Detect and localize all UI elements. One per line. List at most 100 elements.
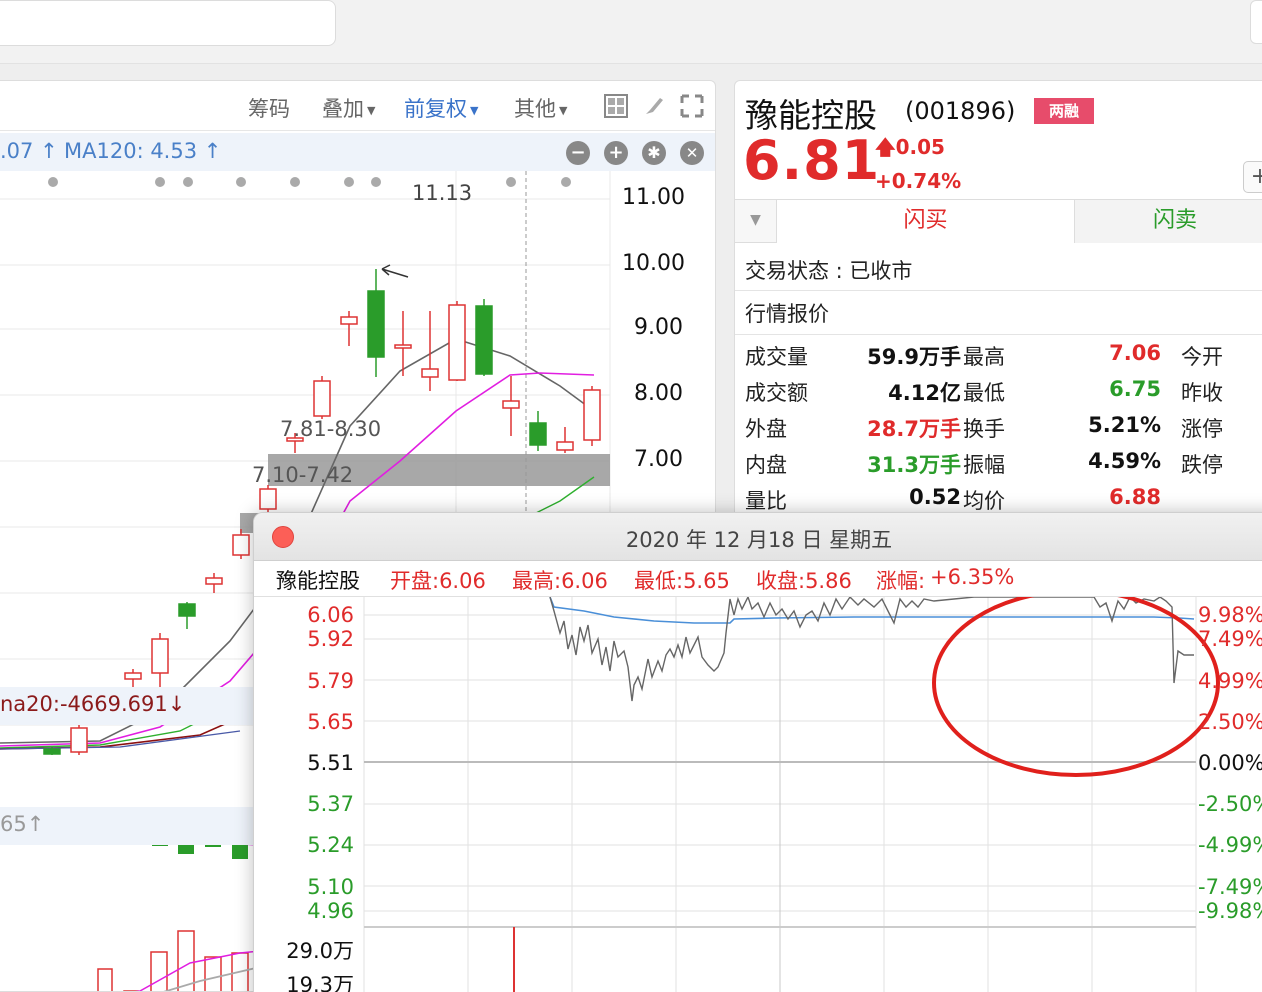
quote-label: 最高	[963, 345, 1005, 369]
trade-status: 交易状态 : 已收市	[735, 251, 1262, 291]
top-bar	[0, 0, 1262, 64]
quote-label: 内盘	[745, 453, 787, 477]
fq-menu[interactable]: 前复权 ▼	[404, 93, 478, 123]
price-axis-label: 5.92	[307, 627, 354, 651]
overlay-menu[interactable]: 叠加 ▼	[322, 93, 375, 123]
quote-label: 最低	[963, 381, 1005, 405]
other-menu[interactable]: 其他 ▼	[514, 93, 567, 123]
fullscreen-icon[interactable]	[680, 94, 704, 118]
sub-indicator-label-1: na20:-4669.691↓	[0, 692, 186, 716]
price-axis-label: 5.10	[307, 875, 354, 899]
quote-value: 31.3万手	[867, 453, 961, 477]
gear-icon[interactable]: ✱	[642, 141, 666, 165]
quote-value: 7.06	[1109, 341, 1161, 365]
popup-change-label: 涨幅:	[876, 569, 926, 593]
quote-label: 均价	[963, 489, 1005, 513]
stock-code: (001896)	[905, 97, 1016, 125]
quote-value: 5.21%	[1088, 413, 1161, 437]
price-axis-label: 5.37	[307, 792, 354, 816]
volume-axis-label: 19.3万	[286, 973, 354, 992]
volume-axis-label: 29.0万	[286, 939, 354, 963]
sub-indicator-bar-1: na20:-4669.691↓	[0, 687, 260, 725]
intraday-popup: 2020 年 12 月18 日 星期五 豫能控股 开盘:6.06 最高:6.06…	[253, 512, 1262, 992]
top-right-control[interactable]	[1250, 0, 1262, 44]
popup-info-bar: 豫能控股 开盘:6.06 最高:6.06 最低:5.65 收盘:5.86 涨幅:…	[254, 561, 1262, 597]
margin-badge: 两融	[1034, 98, 1094, 124]
y-axis-label: 10.00	[622, 251, 685, 276]
quote-row: 成交量 59.9万手 最高 7.06 今开	[735, 337, 1262, 373]
quote-value: 4.59%	[1088, 449, 1161, 473]
price-line	[549, 597, 1194, 702]
quote-label: 跌停	[1181, 453, 1223, 477]
price-axis-label: 5.51	[307, 751, 354, 775]
plus-icon[interactable]: +	[604, 141, 628, 165]
quote-row: 内盘 31.3万手 振幅 4.59% 跌停	[735, 445, 1262, 481]
highlight-circle	[932, 597, 1220, 777]
quote-label: 量比	[745, 489, 787, 513]
quote-value: 59.9万手	[867, 345, 961, 369]
arrow-up-icon: 🡅	[875, 135, 896, 159]
y-axis-label: 8.00	[634, 381, 683, 406]
quote-section-title: 行情报价	[735, 293, 1262, 335]
pct-axis-label: 4.99%	[1198, 669, 1262, 693]
pct-axis-label: -4.99%	[1198, 833, 1262, 857]
quote-label: 今开	[1181, 345, 1223, 369]
quote-label: 成交量	[745, 345, 808, 369]
price-axis-label: 6.06	[307, 603, 354, 627]
popup-stock-name: 豫能控股	[276, 569, 360, 593]
quote-label: 涨停	[1181, 417, 1223, 441]
layout-grid-icon[interactable]	[604, 94, 628, 118]
sub-indicator-bar-2: 65↑	[0, 807, 260, 845]
quote-value: 0.52	[909, 485, 961, 509]
pct-axis-label: -9.98%	[1198, 899, 1262, 923]
quote-label: 外盘	[745, 417, 787, 441]
y-axis-label: 7.00	[634, 447, 683, 472]
popup-open: 开盘:6.06	[390, 569, 486, 593]
quote-row: 成交额 4.12亿 最低 6.75 昨收	[735, 373, 1262, 409]
popup-close: 收盘:5.86	[756, 569, 852, 593]
chevron-down-icon: ▼	[367, 103, 376, 117]
other-label: 其他	[514, 97, 556, 121]
popup-high: 最高:6.06	[512, 569, 608, 593]
avg-price-line	[549, 597, 1195, 624]
event-markers	[48, 177, 571, 187]
price-axis-label: 5.65	[307, 710, 354, 734]
popup-change-value: +6.35%	[930, 565, 1015, 589]
add-watchlist-button[interactable]: +	[1243, 161, 1262, 193]
quote-value: 28.7万手	[867, 417, 961, 441]
price-change: 🡅0.05	[875, 133, 945, 167]
search-input[interactable]	[0, 0, 336, 46]
pct-axis-label: 2.50%	[1198, 710, 1262, 734]
popup-low: 最低:5.65	[634, 569, 730, 593]
quote-row: 外盘 28.7万手 换手 5.21% 涨停	[735, 409, 1262, 445]
y-axis-label: 9.00	[634, 315, 683, 340]
close-icon[interactable]: ✕	[680, 141, 704, 165]
popup-titlebar: 2020 年 12 月18 日 星期五	[254, 513, 1262, 561]
price-axis-label: 5.24	[307, 833, 354, 857]
price-axis-label: 5.79	[307, 669, 354, 693]
chevron-down-icon: ▼	[470, 103, 479, 117]
brush-icon[interactable]	[642, 94, 666, 118]
price-change-value: 0.05	[895, 135, 945, 159]
price-change-pct: +0.74%	[875, 169, 962, 193]
price-axis-label: 4.96	[307, 899, 354, 923]
minus-icon[interactable]: −	[566, 141, 590, 165]
flash-sell-button[interactable]: 闪卖	[1075, 200, 1262, 243]
quote-panel: 豫能控股 (001896) 两融 6.81 🡅0.05 +0.74% + ▼ 闪…	[734, 80, 1262, 520]
zone-label-1: 7.81-8.30	[280, 417, 382, 441]
zone-label-2: 7.10-7.42	[252, 463, 354, 487]
flash-buy-button[interactable]: 闪买	[777, 200, 1075, 243]
fq-label: 前复权	[404, 97, 467, 121]
chips-button[interactable]: 筹码	[248, 93, 290, 123]
pct-axis-label: 0.00%	[1198, 751, 1262, 775]
intraday-chart[interactable]	[254, 597, 1262, 992]
last-price: 6.81	[743, 129, 881, 192]
overlay-label: 叠加	[322, 97, 364, 121]
quote-label: 成交额	[745, 381, 808, 405]
popup-title: 2020 年 12 月18 日 星期五	[625, 528, 893, 552]
quote-label: 振幅	[963, 453, 1005, 477]
quote-value: 6.88	[1109, 485, 1161, 509]
collapse-icon[interactable]: ▼	[735, 200, 777, 243]
quote-value: 4.12亿	[888, 381, 961, 405]
quote-label: 换手	[963, 417, 1005, 441]
